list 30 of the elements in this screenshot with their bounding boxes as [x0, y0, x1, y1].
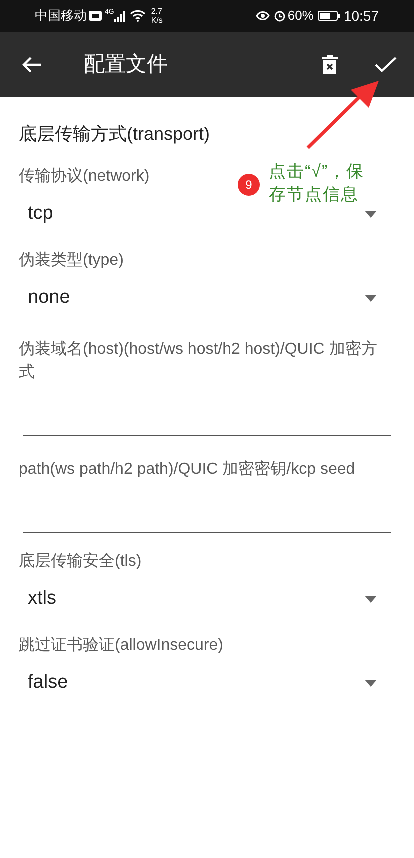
- section-heading: 底层传输方式(transport): [19, 123, 210, 146]
- dropdown[interactable]: false: [19, 665, 395, 701]
- hd-icon: [89, 11, 102, 21]
- dropdown-caret-icon: [365, 596, 377, 602]
- field-label: 伪装类型(type): [19, 250, 124, 271]
- battery-icon: [318, 11, 340, 21]
- field-label: 伪装域名(host)(host/ws host/h2 host)/QUIC 加密方式: [19, 340, 378, 383]
- dropdown[interactable]: xtls: [19, 581, 395, 617]
- battery-percent-text: 60%: [288, 7, 314, 26]
- dropdown-caret-icon: [365, 210, 377, 218]
- field-label: path(ws path/h2 path)/QUIC 加密密钥/kcp seed: [19, 460, 356, 480]
- speed-unit-text: K/s: [151, 16, 163, 25]
- alarm-icon: [274, 10, 286, 22]
- carrier-text: 中国移动: [35, 7, 87, 26]
- step-number-badge: 9: [238, 174, 260, 196]
- dropdown-caret-icon: [365, 294, 377, 302]
- clock-text: 10:57: [344, 6, 379, 26]
- check-icon: [375, 56, 397, 72]
- dropdown-caret-icon: [365, 680, 377, 686]
- back-arrow-icon: [22, 56, 42, 74]
- wifi-icon: [130, 10, 146, 22]
- dropdown[interactable]: none: [19, 280, 395, 316]
- field-label: 传输协议(network): [19, 166, 150, 187]
- speed-value-text: 2.7: [151, 7, 163, 16]
- screen-title: 配置文件: [84, 52, 168, 78]
- field-label: 跳过证书验证(allowInsecure): [19, 636, 224, 656]
- trash-icon: [322, 54, 338, 74]
- eye-icon: [256, 11, 270, 21]
- signal-icon: [114, 10, 126, 22]
- field-label: 底层传输安全(tls): [19, 552, 142, 572]
